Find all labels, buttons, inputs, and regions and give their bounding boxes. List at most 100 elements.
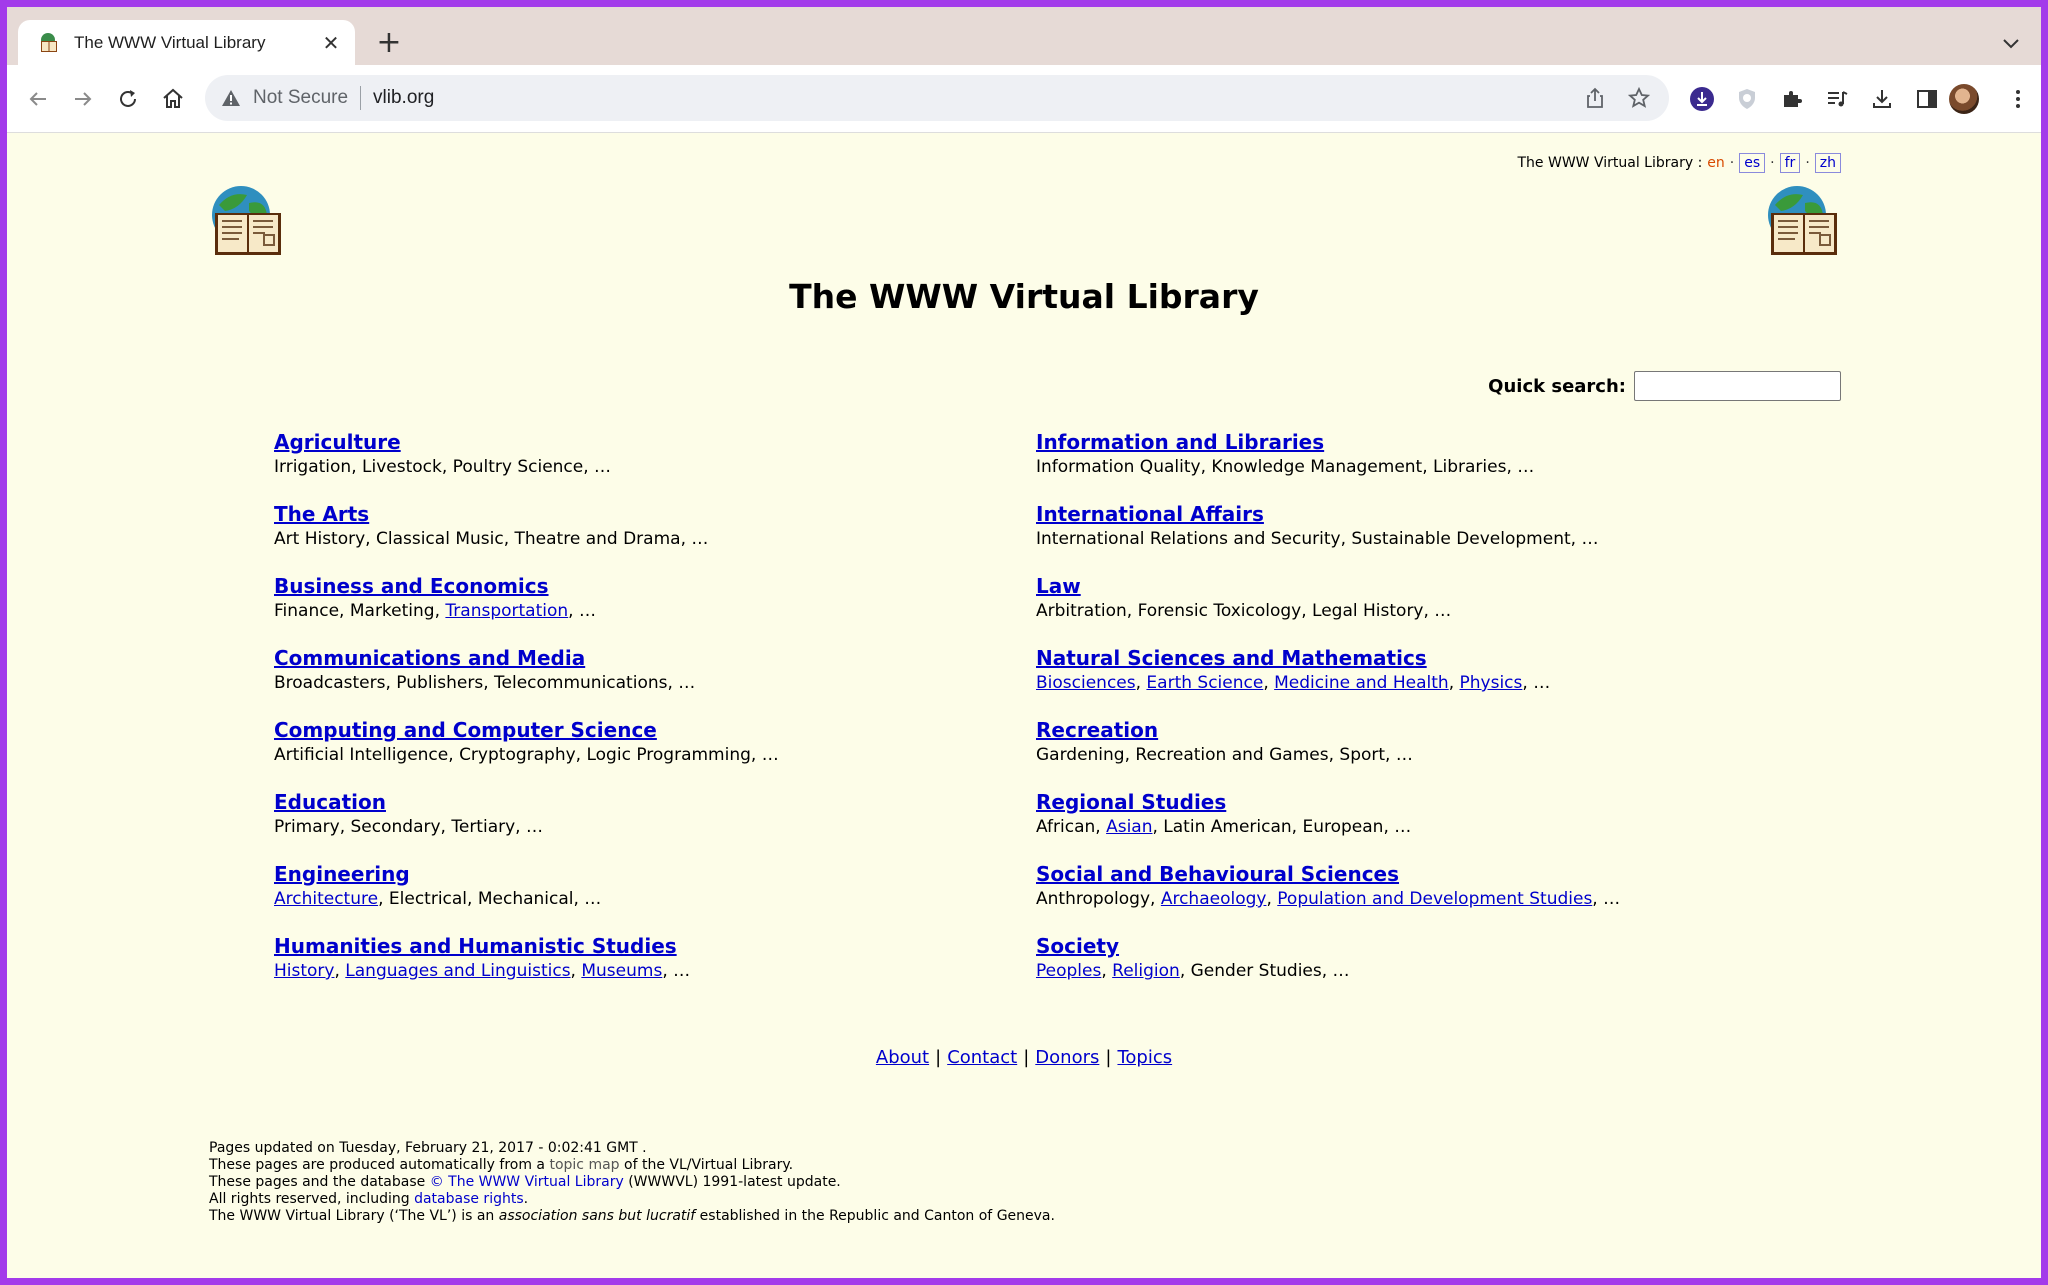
subtopic-separator: , [1095, 817, 1107, 837]
subtopic-separator: , [1101, 961, 1113, 981]
subtopic-text: Knowledge Management [1211, 457, 1423, 477]
subtopic-link[interactable]: Population and Development Studies [1277, 889, 1592, 909]
lang-link-zh[interactable]: zh [1814, 153, 1841, 173]
subtopic-ellipsis: , … [573, 889, 602, 909]
subtopic-link[interactable]: History [274, 961, 334, 981]
tab-active[interactable]: The WWW Virtual Library ✕ [18, 20, 355, 65]
download-icon [1873, 90, 1891, 108]
extension-download-manager[interactable] [1687, 84, 1717, 114]
subtopic-link[interactable]: Archaeology [1161, 889, 1267, 909]
footer-link-contact[interactable]: Contact [947, 1047, 1017, 1068]
back-button[interactable] [23, 84, 53, 114]
profile-avatar[interactable] [1949, 84, 1979, 114]
category-link[interactable]: Business and Economics [274, 573, 549, 599]
category-link[interactable]: International Affairs [1036, 501, 1264, 527]
address-bar[interactable]: Not Secure vlib.org [205, 75, 1669, 121]
category-link[interactable]: Agriculture [274, 429, 401, 455]
footer-link-about[interactable]: About [876, 1047, 929, 1068]
subtopic-text: Cryptography [459, 745, 576, 765]
downloads-button[interactable] [1867, 84, 1897, 114]
media-control-button[interactable] [1822, 84, 1852, 114]
category-subtopics: Artificial Intelligence, Cryptography, L… [274, 743, 1014, 767]
music-queue-icon [1828, 91, 1848, 107]
subtopic-link[interactable]: Museums [581, 961, 662, 981]
category-link[interactable]: Information and Libraries [1036, 429, 1324, 455]
lang-link-fr[interactable]: fr [1779, 153, 1801, 173]
favicon-icon [41, 32, 57, 52]
category-link[interactable]: Education [274, 789, 386, 815]
subtopic-link[interactable]: Religion [1112, 961, 1180, 981]
subtopic-separator: , [441, 457, 453, 477]
subtopic-separator: , [1135, 673, 1147, 693]
subtopic-link[interactable]: Biosciences [1036, 673, 1136, 693]
share-icon[interactable] [1581, 84, 1609, 112]
tab-title: The WWW Virtual Library [74, 32, 266, 52]
subtopic-ellipsis: , … [662, 961, 691, 981]
subtopic-separator: , [440, 817, 452, 837]
category-block: Computing and Computer Science Artificial… [274, 717, 1014, 789]
subtopic-link[interactable]: Medicine and Health [1274, 673, 1449, 693]
category-subtopics: Gardening, Recreation and Games, Sport, … [1036, 743, 1776, 767]
subtopic-separator: , [1126, 601, 1138, 621]
puzzle-icon [1784, 91, 1802, 107]
category-link[interactable]: Natural Sciences and Mathematics [1036, 645, 1427, 671]
url-text[interactable]: vlib.org [373, 87, 1581, 109]
category-block: International Affairs International Relat… [1036, 501, 1776, 573]
topic-map-link[interactable]: topic map [549, 1157, 619, 1173]
subtopic-link[interactable]: Earth Science [1146, 673, 1263, 693]
footer-link-topics[interactable]: Topics [1117, 1047, 1172, 1068]
subtopic-text: Finance [274, 601, 340, 621]
category-link[interactable]: Computing and Computer Science [274, 717, 657, 743]
bookmark-star-icon[interactable] [1625, 84, 1653, 112]
subtopic-ellipsis: , … [515, 817, 543, 837]
category-subtopics: Information Quality, Knowledge Managemen… [1036, 455, 1776, 479]
subtopic-ellipsis: , … [1385, 745, 1413, 765]
chevron-down-icon[interactable] [1999, 31, 2023, 55]
page-title: The WWW Virtual Library [789, 277, 1259, 316]
security-label[interactable]: Not Secure [253, 87, 348, 109]
subtopic-ellipsis: , … [680, 529, 709, 549]
lang-link-es[interactable]: es [1739, 153, 1766, 173]
quick-search-input[interactable] [1634, 371, 1841, 401]
side-panel-button[interactable] [1912, 84, 1942, 114]
database-rights-link[interactable]: database rights [414, 1191, 524, 1207]
copyright-link[interactable]: © The WWW Virtual Library [430, 1174, 624, 1190]
extension-shield[interactable] [1732, 84, 1762, 114]
category-link[interactable]: Communications and Media [274, 645, 585, 671]
category-link[interactable]: Law [1036, 573, 1081, 599]
subtopic-link[interactable]: Peoples [1036, 961, 1101, 981]
subtopic-link[interactable]: Asian [1106, 817, 1152, 837]
colophon-line: The WWW Virtual Library (‘The VL’) is an… [209, 1208, 1055, 1225]
quick-search: Quick search: [1488, 371, 1841, 401]
subtopic-ellipsis: , … [1383, 817, 1412, 837]
subtopic-separator: , [1448, 673, 1460, 693]
category-block: Regional Studies African, Asian, Latin Am… [1036, 789, 1776, 861]
category-link[interactable]: Engineering [274, 861, 410, 887]
tab-strip: The WWW Virtual Library ✕ + [7, 7, 2041, 65]
extensions-button[interactable] [1777, 84, 1807, 114]
forward-button[interactable] [68, 84, 98, 114]
menu-button[interactable] [2003, 84, 2033, 114]
category-link[interactable]: Regional Studies [1036, 789, 1226, 815]
category-link[interactable]: Social and Behavioural Sciences [1036, 861, 1399, 887]
category-link[interactable]: Humanities and Humanistic Studies [274, 933, 677, 959]
close-tab-icon[interactable]: ✕ [317, 29, 345, 57]
subtopic-link[interactable]: Transportation [445, 601, 568, 621]
warning-icon[interactable] [221, 88, 241, 108]
category-link[interactable]: The Arts [274, 501, 369, 527]
category-link[interactable]: Society [1036, 933, 1119, 959]
footer-link-donors[interactable]: Donors [1035, 1047, 1099, 1068]
more-vertical-icon [2016, 90, 2020, 108]
reload-button[interactable] [113, 84, 143, 114]
home-button[interactable] [158, 84, 188, 114]
category-block: Information and Libraries Information Qua… [1036, 429, 1776, 501]
new-tab-button[interactable]: + [373, 28, 405, 60]
subtopic-text: Mechanical [477, 889, 574, 909]
forward-arrow-icon [75, 92, 92, 106]
category-link[interactable]: Recreation [1036, 717, 1158, 743]
subtopic-link[interactable]: Architecture [274, 889, 378, 909]
footer-sep: | [935, 1047, 942, 1068]
subtopic-text: Art History [274, 529, 366, 549]
subtopic-link[interactable]: Physics [1460, 673, 1523, 693]
subtopic-link[interactable]: Languages and Linguistics [345, 961, 570, 981]
